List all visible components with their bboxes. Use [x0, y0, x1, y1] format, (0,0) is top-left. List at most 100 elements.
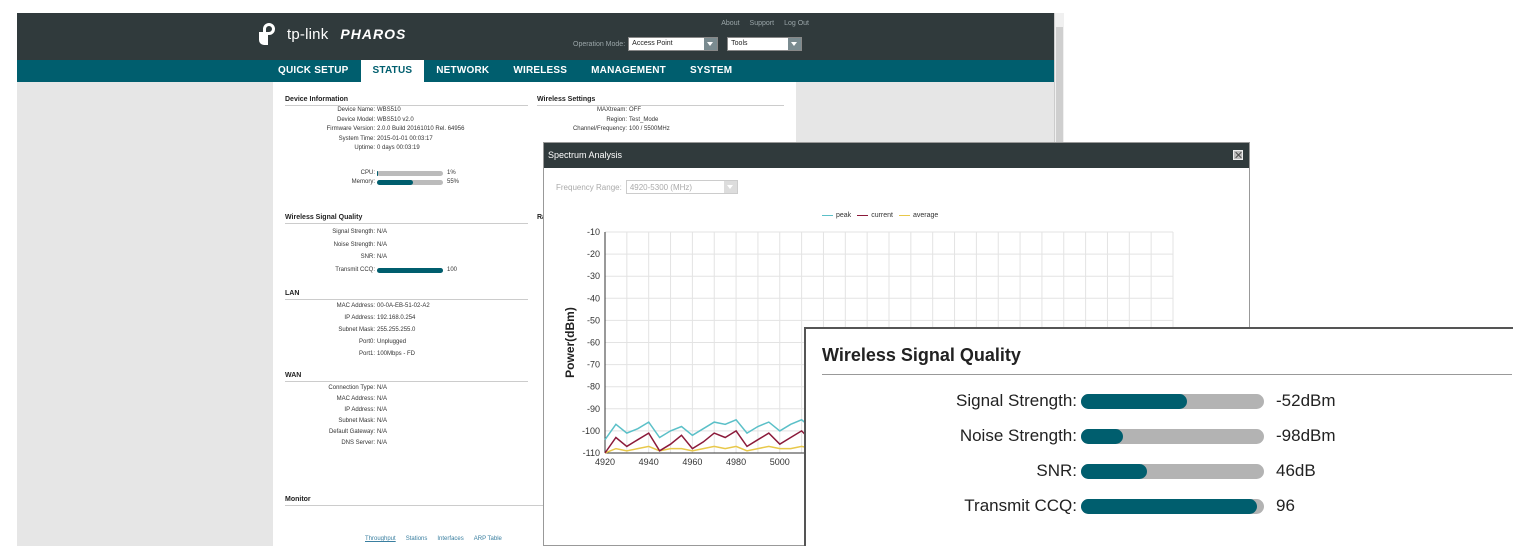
- zoom-row-label: Signal Strength:: [956, 391, 1077, 410]
- product-name: PHAROS: [340, 26, 407, 42]
- cpu-row: CPU: 1%: [285, 170, 456, 177]
- device-info-label: System Time:: [338, 135, 375, 142]
- wireless-setting-row: MAXtream: OFF: [537, 107, 641, 114]
- y-tick-label: -100: [582, 426, 600, 436]
- zoom-row-bar: [1081, 463, 1264, 479]
- cpu-label: CPU:: [360, 170, 375, 176]
- nav-tab-status[interactable]: STATUS: [360, 60, 425, 82]
- wan-label: IP Address:: [344, 407, 375, 413]
- lan-value: 00-0A-EB-51-02-A2: [377, 303, 430, 309]
- wireless-settings-title: Wireless Settings: [537, 96, 784, 106]
- throughput-link[interactable]: Throughput: [365, 536, 396, 542]
- chevron-down-icon: [723, 181, 737, 193]
- nav-tab-management[interactable]: MANAGEMENT: [579, 60, 678, 82]
- dialog-title: Spectrum Analysis: [548, 150, 623, 160]
- legend-peak-swatch: [822, 214, 833, 216]
- stations-link[interactable]: Stations: [406, 536, 428, 542]
- zoom-row-bar-fill: [1081, 393, 1188, 409]
- nav-tab-quick-setup[interactable]: QUICK SETUP: [273, 60, 361, 82]
- device-info-value: 0 days 00:03:19: [377, 145, 420, 151]
- device-info-value: WBS510 v2.0: [377, 116, 414, 123]
- tp-link-logo: tp-link PHAROS: [259, 23, 406, 45]
- zoom-row: Signal Strength: -52dBm: [806, 390, 1336, 412]
- zoom-title: Wireless Signal Quality: [822, 345, 1021, 365]
- y-tick-label: -90: [587, 404, 600, 414]
- transmit-ccq-value: 100: [447, 267, 458, 273]
- zoom-row-value: 46dB: [1276, 461, 1316, 480]
- interfaces-link[interactable]: Interfaces: [437, 536, 463, 542]
- signal-quality-label: Signal Strength:: [332, 229, 375, 235]
- lan-label: MAC Address:: [336, 303, 375, 309]
- signal-quality-value: N/A: [377, 229, 388, 235]
- wireless-setting-label: MAXtream:: [596, 107, 627, 113]
- memory-row: Memory: 55%: [285, 179, 459, 186]
- lan-value: Unplugged: [377, 339, 407, 345]
- wireless-signal-title: Wireless Signal Quality: [285, 214, 528, 224]
- lan-label: Port1:: [358, 351, 375, 357]
- frequency-range-value: 4920-5300 (MHz): [629, 183, 693, 192]
- wan-row: IP Address: N/A: [285, 407, 387, 414]
- wan-value: N/A: [377, 407, 388, 413]
- wan-title: WAN: [285, 372, 528, 382]
- y-tick-label: -70: [587, 360, 600, 370]
- memory-bar: [377, 180, 443, 185]
- x-tick-label: 5000: [770, 457, 790, 467]
- transmit-ccq-bar-fill: [377, 268, 443, 273]
- about-link[interactable]: About: [721, 20, 739, 27]
- lan-row: Subnet Mask: 255.255.255.0: [285, 327, 415, 334]
- zoom-row: Transmit CCQ: 96: [806, 495, 1295, 517]
- tp-link-logo-icon: [259, 23, 281, 45]
- operation-mode-select[interactable]: Access Point: [628, 37, 719, 51]
- nav-tab-system[interactable]: SYSTEM: [678, 60, 744, 82]
- device-info-label: Firmware Version:: [326, 126, 375, 132]
- lan-label: IP Address:: [344, 315, 375, 321]
- frequency-range-select[interactable]: 4920-5300 (MHz): [625, 180, 738, 194]
- y-tick-label: -10: [587, 227, 600, 237]
- signal-quality-value: N/A: [377, 254, 388, 260]
- device-info-row: Firmware Version: 2.0.0 Build 20161010 Re…: [285, 126, 465, 133]
- y-tick-label: -40: [587, 293, 600, 303]
- device-info-title: Device Information: [285, 96, 528, 106]
- zoom-row-value: -98dBm: [1276, 426, 1336, 445]
- nav-tab-wireless[interactable]: WIRELESS: [501, 60, 579, 82]
- left-margin: [17, 82, 273, 546]
- y-tick-label: -20: [587, 249, 600, 259]
- top-header: tp-link PHAROS About Support Log Out Ope…: [17, 13, 1054, 60]
- y-tick-label: -80: [587, 382, 600, 392]
- lan-row: Port0: Unplugged: [285, 339, 406, 346]
- logout-link[interactable]: Log Out: [784, 20, 809, 27]
- wireless-setting-row: Region: Test_Mode: [537, 117, 658, 124]
- lan-label: Subnet Mask:: [338, 327, 375, 333]
- close-icon[interactable]: [1233, 150, 1243, 160]
- wireless-setting-value: 100 / 5500MHz: [629, 126, 670, 132]
- tools-select[interactable]: Tools: [727, 37, 803, 51]
- lan-label: Port0:: [358, 339, 375, 345]
- zoom-row-bar: [1081, 393, 1264, 409]
- wan-value: N/A: [377, 440, 388, 446]
- cpu-value: 1%: [447, 170, 456, 176]
- wireless-setting-value: OFF: [629, 107, 641, 113]
- operation-mode-value: Access Point: [632, 40, 673, 47]
- nav-tab-network[interactable]: NETWORK: [424, 60, 501, 82]
- wan-label: Connection Type:: [328, 385, 375, 391]
- support-link[interactable]: Support: [750, 20, 775, 27]
- wireless-setting-row: Channel/Frequency: 100 / 5500MHz: [537, 126, 670, 133]
- zoom-row-bar-fill: [1081, 463, 1147, 479]
- memory-value: 55%: [447, 179, 460, 185]
- x-tick-label: 4940: [639, 457, 659, 467]
- lan-row: IP Address: 192.168.0.254: [285, 315, 415, 322]
- arp-table-link[interactable]: ARP Table: [474, 536, 502, 542]
- chevron-down-icon: [788, 38, 802, 50]
- main-nav: QUICK SETUP STATUS NETWORK WIRELESS MANAGEME…: [17, 60, 1054, 82]
- wireless-setting-label: Channel/Frequency:: [572, 126, 627, 132]
- zoom-divider: [822, 374, 1512, 375]
- x-tick-label: 4920: [595, 457, 615, 467]
- x-tick-label: 4980: [726, 457, 746, 467]
- operation-mode: Operation Mode: Access Point Tools: [573, 37, 803, 51]
- zoom-row-bar: [1081, 428, 1264, 444]
- brand-name: tp-link: [287, 25, 329, 43]
- transmit-ccq-label: Transmit CCQ:: [335, 267, 375, 273]
- wan-label: Default Gateway:: [328, 429, 375, 435]
- device-info-value: 2015-01-01 00:03:17: [377, 135, 433, 142]
- zoom-row-bar: [1081, 498, 1264, 514]
